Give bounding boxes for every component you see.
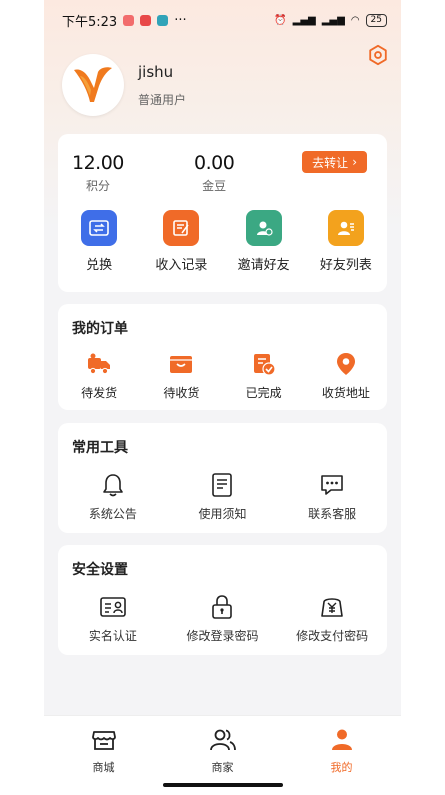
tools-title: 常用工具 <box>72 440 128 456</box>
brand-logo-icon <box>74 67 112 102</box>
transfer-label: 去转让 <box>312 155 349 170</box>
wechat-notification-icon <box>157 14 169 26</box>
points-value: 12.00 <box>72 152 124 174</box>
settings-gear-icon[interactable] <box>367 44 389 66</box>
action-invite-friend[interactable]: 邀请好友 <box>224 210 304 273</box>
bottom-tab-bar: 商城 商家 我的 <box>44 715 401 795</box>
wallet-actions: 兑换 收入记录 邀请好友 好友列表 <box>58 210 387 273</box>
security-label: 实名认证 <box>88 629 137 643</box>
order-label: 收货地址 <box>321 386 370 400</box>
tool-label: 系统公告 <box>88 507 137 521</box>
income-record-icon <box>163 210 200 246</box>
order-address[interactable]: 收货地址 <box>306 350 386 401</box>
security-label: 修改登录密码 <box>186 629 259 643</box>
tab-me[interactable]: 我的 <box>302 726 382 795</box>
action-friend-list[interactable]: 好友列表 <box>306 210 386 273</box>
exchange-icon <box>81 210 118 246</box>
wifi-icon: ◠ <box>350 14 360 26</box>
status-bar: 下午5:23 ··· ⏰ ▂▄▆ ▂▄▆ ◠ 25 <box>44 0 401 40</box>
invite-friend-icon <box>245 210 282 246</box>
signal-icon: ▂▄▆ <box>292 14 316 26</box>
yen-wallet-icon <box>318 593 346 621</box>
orders-title: 我的订单 <box>72 321 128 337</box>
profile-header: jishu 普通用户 <box>44 40 401 130</box>
completed-icon <box>250 350 278 378</box>
tool-usage-notes[interactable]: 使用须知 <box>174 471 270 522</box>
user-role: 普通用户 <box>138 92 187 107</box>
order-label: 待收货 <box>163 386 200 400</box>
me-icon <box>331 729 352 750</box>
security-login-password[interactable]: 修改登录密码 <box>174 593 270 644</box>
location-icon <box>332 350 360 378</box>
action-label: 好友列表 <box>319 258 372 273</box>
bell-icon <box>99 471 127 499</box>
more-notifications: ··· <box>174 12 187 28</box>
gold-value: 0.00 <box>194 152 235 174</box>
gold-label: 金豆 <box>202 179 227 193</box>
right-margin <box>401 0 445 795</box>
security-items: 实名认证 修改登录密码 修改支付密码 <box>58 593 387 644</box>
chevron-right-icon: › <box>352 155 357 169</box>
friend-list-icon <box>327 210 364 246</box>
tool-items: 系统公告 使用须知 联系客服 <box>58 471 387 522</box>
order-items: 待发货 待收货 已完成 收货地址 <box>58 350 387 401</box>
order-label: 已完成 <box>245 386 282 400</box>
action-label: 兑换 <box>86 258 113 273</box>
avatar[interactable] <box>62 54 124 116</box>
alarm-icon: ⏰ <box>274 14 287 26</box>
security-pay-password[interactable]: 修改支付密码 <box>284 593 380 644</box>
tool-label: 使用须知 <box>198 507 247 521</box>
tool-label: 联系客服 <box>308 507 357 521</box>
tab-shop[interactable]: 商城 <box>64 726 144 795</box>
id-card-icon <box>99 593 127 621</box>
tool-customer-service[interactable]: 联系客服 <box>284 471 380 522</box>
security-real-name[interactable]: 实名认证 <box>65 593 161 644</box>
username: jishu <box>138 62 174 81</box>
points-label: 积分 <box>85 179 110 193</box>
tab-label: 商家 <box>211 761 234 774</box>
tools-card: 常用工具 系统公告 使用须知 联系客服 <box>58 423 387 533</box>
chat-icon <box>318 471 346 499</box>
truck-icon <box>85 350 113 378</box>
orders-card: 我的订单 待发货 待收货 已完成 收货地址 <box>58 304 387 410</box>
order-completed[interactable]: 已完成 <box>224 350 304 401</box>
transfer-button[interactable]: 去转让 › <box>302 151 367 173</box>
security-card: 安全设置 实名认证 修改登录密码 修改支付密码 <box>58 545 387 655</box>
order-label: 待发货 <box>81 386 118 400</box>
phone-screen: 下午5:23 ··· ⏰ ▂▄▆ ▂▄▆ ◠ 25 jishu 普通用户 12.… <box>0 0 445 795</box>
box-icon <box>167 350 195 378</box>
shop-icon <box>91 731 116 750</box>
signal-icon-2: ▂▄▆ <box>321 14 345 26</box>
action-income-record[interactable]: 收入记录 <box>141 210 221 273</box>
action-label: 邀请好友 <box>237 258 290 273</box>
tab-label: 我的 <box>330 761 353 774</box>
wallet-card: 12.00 积分 0.00 金豆 去转让 › 兑换 收入记录 邀请好友 好友列表 <box>58 134 387 292</box>
tab-label: 商城 <box>92 761 115 774</box>
app-notification-icon <box>140 14 152 26</box>
action-label: 收入记录 <box>155 258 208 273</box>
points-stat[interactable]: 12.00 积分 <box>72 152 124 194</box>
merchants-icon <box>209 729 236 751</box>
notification-icon <box>123 14 135 26</box>
security-label: 修改支付密码 <box>296 629 369 643</box>
status-time: 下午5:23 <box>62 14 118 30</box>
left-margin <box>0 0 44 795</box>
order-pending-ship[interactable]: 待发货 <box>59 350 139 401</box>
tool-announcement[interactable]: 系统公告 <box>65 471 161 522</box>
security-title: 安全设置 <box>72 562 128 578</box>
lock-icon <box>208 593 236 621</box>
order-pending-receive[interactable]: 待收货 <box>141 350 221 401</box>
document-icon <box>208 471 236 499</box>
home-indicator <box>162 783 283 787</box>
battery-icon: 25 <box>365 13 387 27</box>
my-page: 下午5:23 ··· ⏰ ▂▄▆ ▂▄▆ ◠ 25 jishu 普通用户 12.… <box>44 0 401 795</box>
gold-stat[interactable]: 0.00 金豆 <box>194 152 235 194</box>
action-exchange[interactable]: 兑换 <box>59 210 139 273</box>
